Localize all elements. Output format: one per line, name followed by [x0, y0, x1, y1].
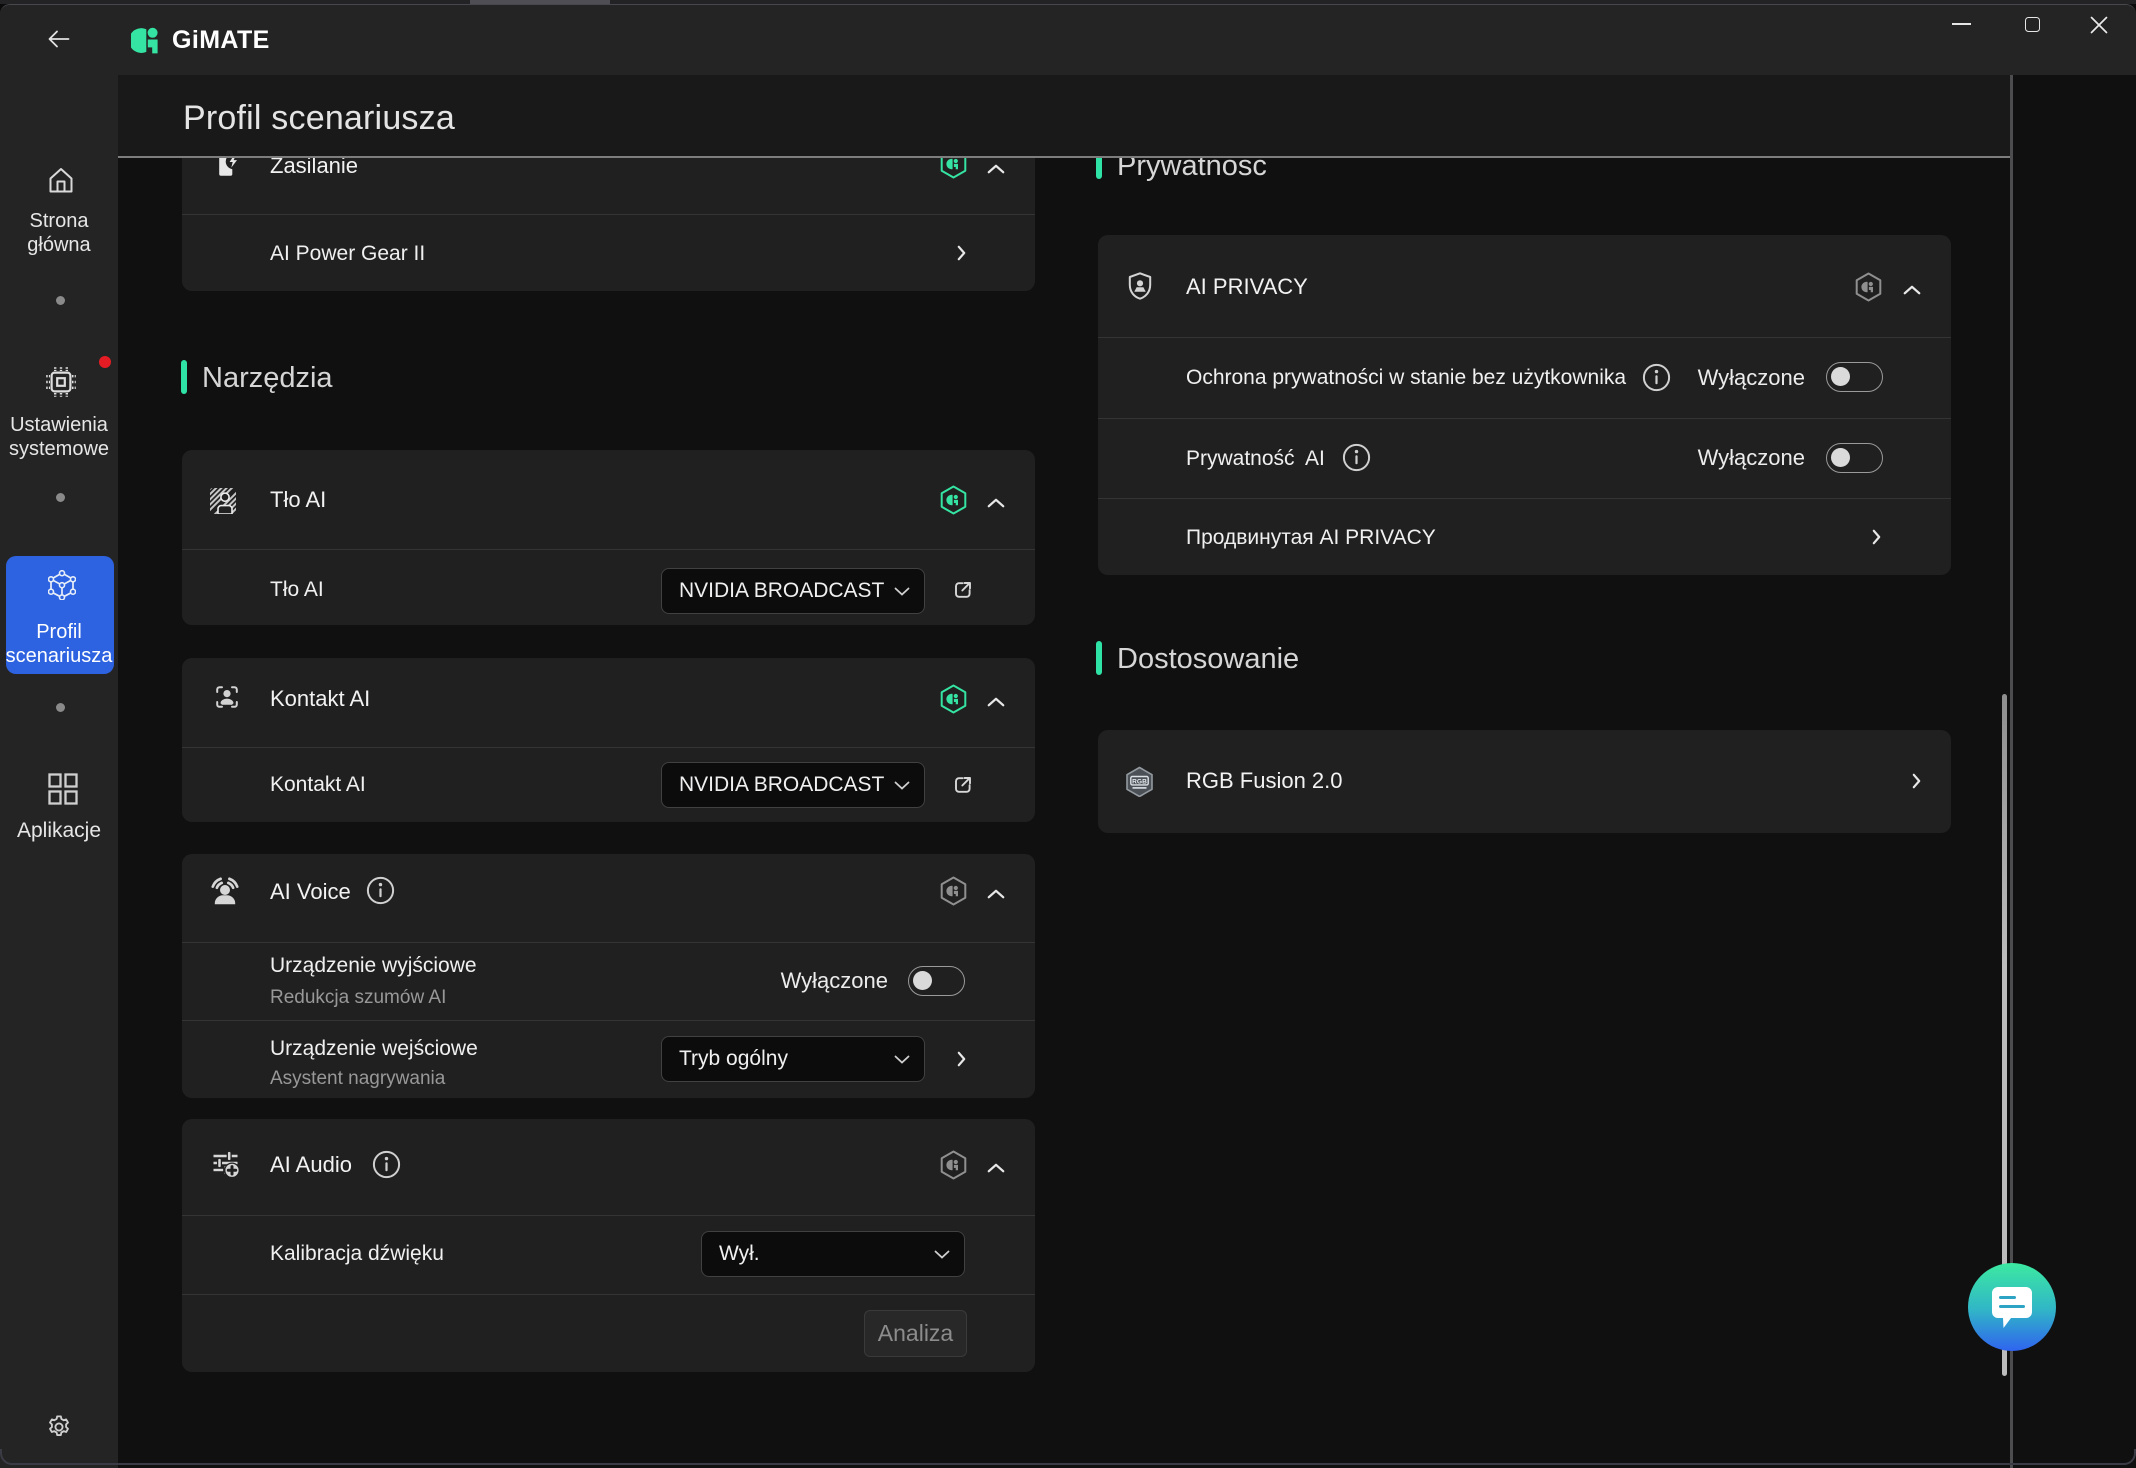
svg-text:RGB: RGB	[1132, 778, 1147, 785]
